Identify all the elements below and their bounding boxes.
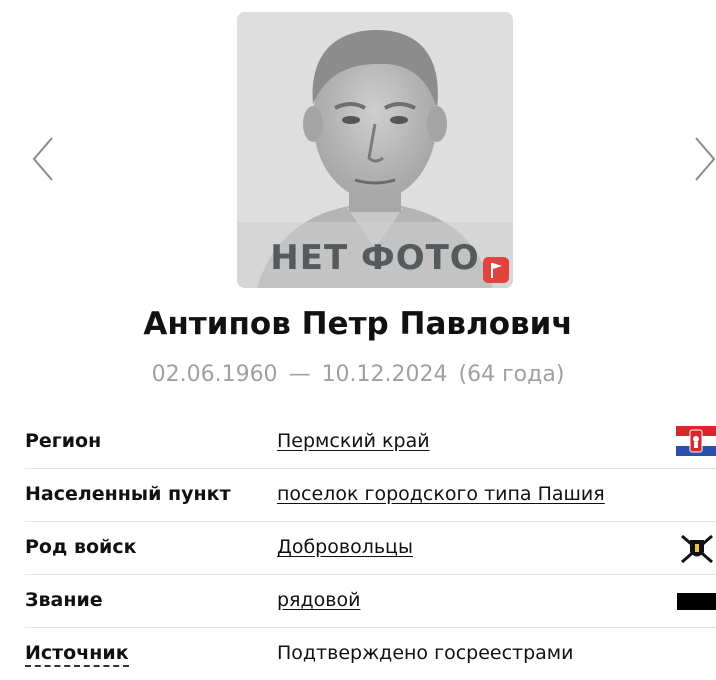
flag-icon: [491, 263, 502, 278]
person-photo: НЕТ ФОТО: [237, 12, 513, 288]
info-row-settlement: Населенный пункт поселок городского типа…: [25, 469, 716, 522]
info-row-rank: Звание рядовой: [25, 575, 716, 628]
rank-badge-icon: [677, 593, 716, 610]
death-date: 10.12.2024: [321, 362, 448, 387]
rank-label: Звание: [25, 589, 103, 611]
next-arrow-icon[interactable]: [690, 134, 716, 184]
rank-link[interactable]: рядовой: [277, 589, 360, 611]
branch-label: Род войск: [25, 536, 137, 558]
source-value: Подтверждено госреестрами: [277, 642, 574, 664]
settlement-label: Населенный пункт: [25, 483, 231, 505]
age: (64 года): [458, 362, 565, 387]
person-name: Антипов Петр Павлович: [143, 306, 573, 342]
volunteers-emblem-icon: [678, 534, 716, 564]
previous-arrow-icon[interactable]: [28, 134, 58, 184]
life-dates: 02.06.1960 — 10.12.2024 (64 года): [0, 362, 716, 387]
region-link[interactable]: Пермский край: [277, 430, 430, 452]
info-row-source: Источник Подтверждено госреестрами: [25, 628, 716, 680]
settlement-link[interactable]: поселок городского типа Пашия: [277, 483, 605, 505]
no-photo-label: НЕТ ФОТО: [270, 238, 480, 278]
info-row-branch: Род войск Добровольцы: [25, 522, 716, 575]
region-label: Регион: [25, 430, 102, 452]
branch-link[interactable]: Добровольцы: [277, 536, 413, 558]
report-flag-button[interactable]: [483, 257, 509, 283]
dates-separator: —: [288, 362, 311, 387]
region-flag-icon: [676, 426, 716, 456]
info-row-region: Регион Пермский край: [25, 416, 716, 469]
birth-date: 02.06.1960: [151, 362, 278, 387]
source-label[interactable]: Источник: [25, 642, 129, 667]
info-table: Регион Пермский край Населенный пункт по…: [25, 416, 716, 680]
